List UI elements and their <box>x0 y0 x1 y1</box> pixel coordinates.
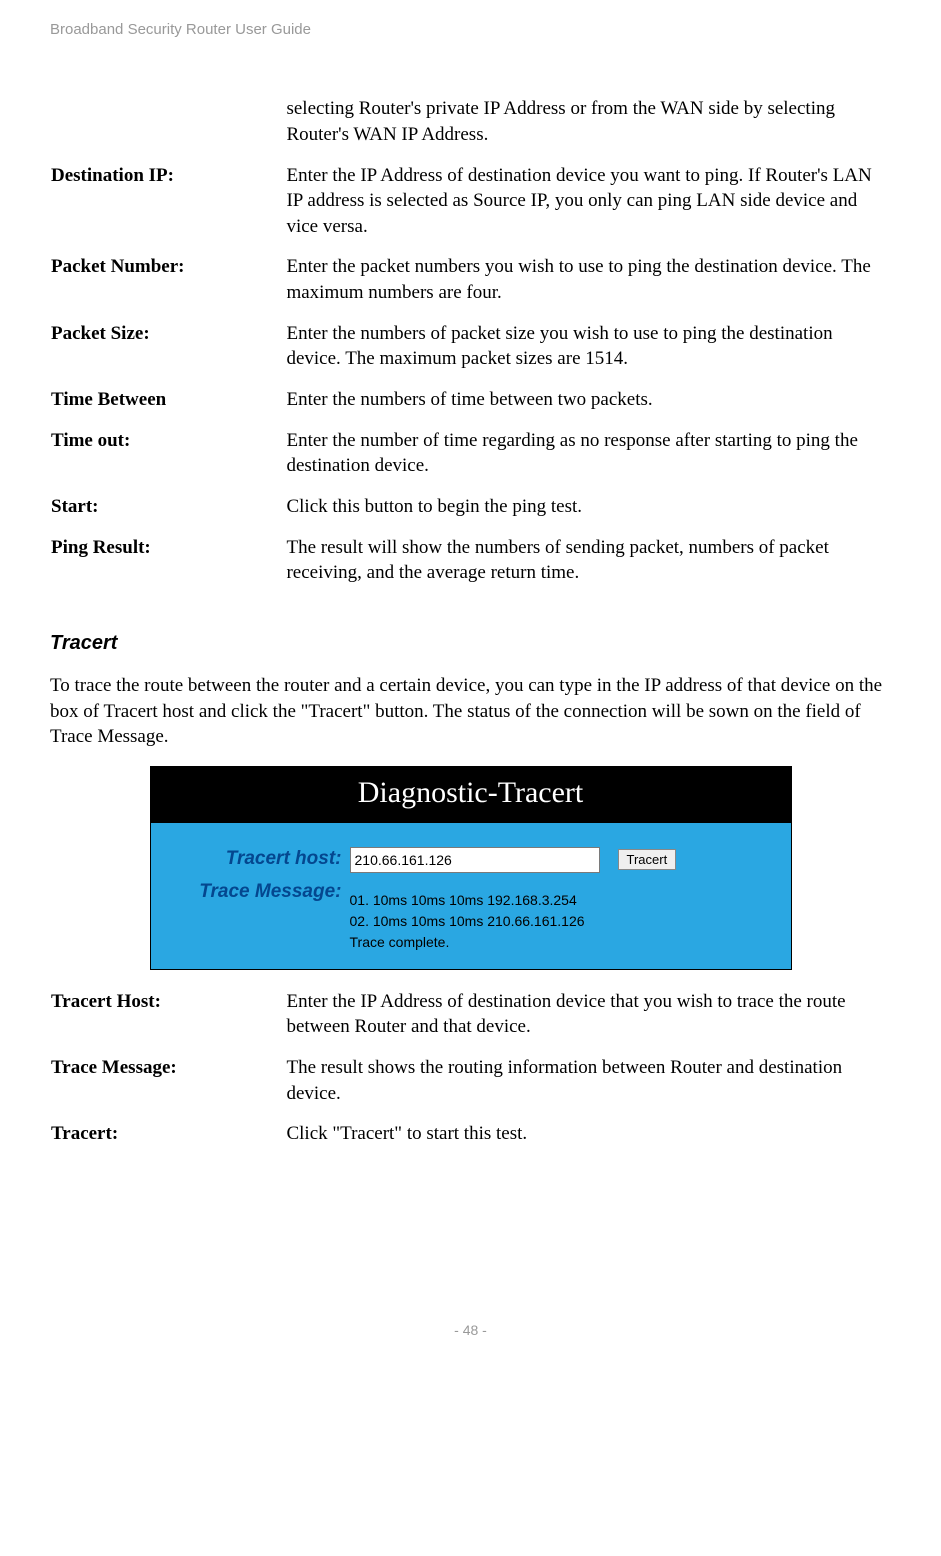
tracert-widget-title: Diagnostic-Tracert <box>151 767 791 824</box>
def-value: The result will show the numbers of send… <box>285 534 891 600</box>
def-value: The result shows the routing information… <box>285 1054 891 1120</box>
intro-continuation: selecting Router's private IP Address or… <box>285 95 891 161</box>
trace-line: Trace complete. <box>350 932 585 953</box>
tracert-intro: To trace the route between the router an… <box>50 673 891 750</box>
trace-message-output: 01. 10ms 10ms 10ms 192.168.3.254 02. 10m… <box>350 878 585 953</box>
ping-definitions: selecting Router's private IP Address or… <box>50 95 891 600</box>
def-label: Destination IP: <box>50 162 285 254</box>
def-value: Click this button to begin the ping test… <box>285 493 891 534</box>
def-row: Tracert: Click "Tracert" to start this t… <box>50 1120 891 1161</box>
tracert-host-label: Tracert host: <box>167 845 350 874</box>
def-row: Packet Number: Enter the packet numbers … <box>50 253 891 319</box>
def-label: Start: <box>50 493 285 534</box>
trace-line: 02. 10ms 10ms 10ms 210.66.161.126 <box>350 911 585 932</box>
def-row: Packet Size: Enter the numbers of packet… <box>50 320 891 386</box>
def-row: Ping Result: The result will show the nu… <box>50 534 891 600</box>
tracert-widget: Diagnostic-Tracert Tracert host: Tracert… <box>150 766 792 970</box>
def-value: Click "Tracert" to start this test. <box>285 1120 891 1161</box>
tracert-definitions: Tracert Host: Enter the IP Address of de… <box>50 988 891 1161</box>
def-row: Destination IP: Enter the IP Address of … <box>50 162 891 254</box>
def-value: Enter the IP Address of destination devi… <box>285 162 891 254</box>
tracert-host-input[interactable] <box>350 847 600 873</box>
def-label: Time out: <box>50 427 285 493</box>
def-row: Time Between Enter the numbers of time b… <box>50 386 891 427</box>
def-row: Trace Message: The result shows the rout… <box>50 1054 891 1120</box>
def-value: Enter the numbers of time between two pa… <box>285 386 891 427</box>
def-value: Enter the numbers of packet size you wis… <box>285 320 891 386</box>
def-row: Start: Click this button to begin the pi… <box>50 493 891 534</box>
def-value: Enter the number of time regarding as no… <box>285 427 891 493</box>
def-row: Time out: Enter the number of time regar… <box>50 427 891 493</box>
def-value: Enter the IP Address of destination devi… <box>285 988 891 1054</box>
def-value: Enter the packet numbers you wish to use… <box>285 253 891 319</box>
def-label: Tracert: <box>50 1120 285 1161</box>
trace-line: 01. 10ms 10ms 10ms 192.168.3.254 <box>350 890 585 911</box>
def-label: Ping Result: <box>50 534 285 600</box>
page-footer: - 48 - <box>50 1321 891 1340</box>
page-header: Broadband Security Router User Guide <box>50 20 891 40</box>
def-label: Packet Size: <box>50 320 285 386</box>
trace-message-label: Trace Message: <box>167 878 350 907</box>
def-label: Tracert Host: <box>50 988 285 1054</box>
def-row: Tracert Host: Enter the IP Address of de… <box>50 988 891 1054</box>
def-label: Trace Message: <box>50 1054 285 1120</box>
def-label: Packet Number: <box>50 253 285 319</box>
def-label: Time Between <box>50 386 285 427</box>
tracert-button[interactable]: Tracert <box>618 849 677 870</box>
tracert-heading: Tracert <box>50 630 891 657</box>
